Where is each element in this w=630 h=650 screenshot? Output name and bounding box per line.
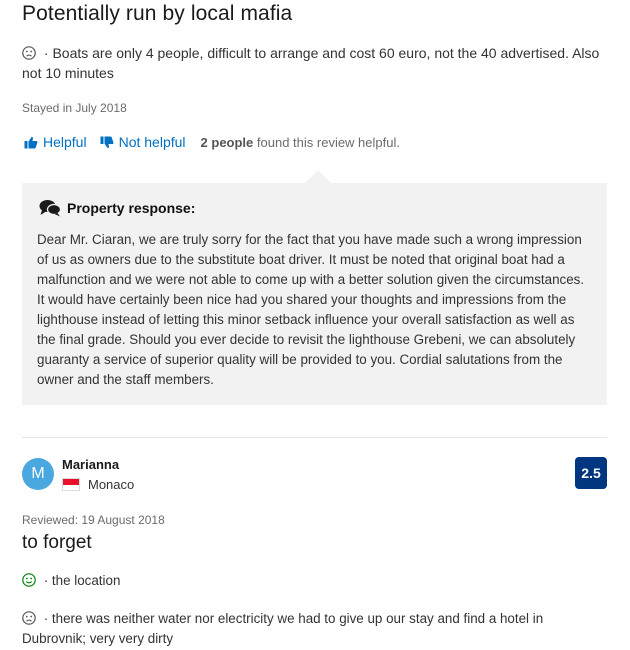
response-notch — [305, 170, 331, 183]
not-helpful-label: Not helpful — [118, 134, 186, 150]
smile-face-icon — [22, 573, 36, 587]
avatar: M — [22, 458, 54, 490]
negative-comment-text-2: · there was neither water nor electricit… — [22, 611, 544, 646]
property-response-heading-text: Property response: — [67, 200, 196, 216]
review-score-badge: 2.5 — [575, 457, 607, 489]
stay-date: Stayed in July 2018 — [22, 101, 127, 115]
negative-comment-text: · Boats are only 4 people, difficult to … — [22, 45, 600, 81]
positive-comment-text: · the location — [40, 573, 121, 588]
review-title: Potentially run by local mafia — [22, 2, 293, 25]
review-date: Reviewed: 19 August 2018 — [22, 513, 165, 527]
helpful-button[interactable]: Helpful — [24, 134, 87, 150]
reviewer-country: Monaco — [62, 477, 134, 492]
negative-comment: · Boats are only 4 people, difficult to … — [22, 43, 608, 83]
property-response-heading: Property response: — [39, 199, 195, 217]
thumbs-up-icon — [24, 136, 38, 148]
helpful-count-people: 2 people — [200, 134, 254, 150]
helpful-row: Helpful Not helpful 2 people found this … — [24, 134, 400, 150]
helpful-label: Helpful — [43, 134, 87, 150]
helpful-count-suffix: found this review helpful. — [253, 134, 400, 150]
property-response: Property response: Dear Mr. Ciaran, we a… — [22, 183, 607, 405]
reviewer-name: Marianna — [62, 457, 120, 472]
property-response-text: Dear Mr. Ciaran, we are truly sorry for … — [37, 232, 585, 387]
reviewer-country-name: Monaco — [88, 477, 135, 492]
monaco-flag-icon — [62, 478, 80, 491]
helpful-count: 2 people found this review helpful. — [201, 135, 400, 150]
not-helpful-button[interactable]: Not helpful — [100, 134, 186, 150]
review-title-2: to forget — [22, 532, 92, 553]
positive-comment: · the location — [22, 573, 120, 588]
sad-face-icon — [22, 611, 36, 625]
thumbs-down-icon — [100, 136, 114, 148]
sad-face-icon — [22, 46, 36, 60]
negative-comment-2: · there was neither water nor electricit… — [22, 609, 608, 649]
review-divider — [22, 437, 607, 438]
chat-bubbles-icon — [39, 200, 61, 217]
